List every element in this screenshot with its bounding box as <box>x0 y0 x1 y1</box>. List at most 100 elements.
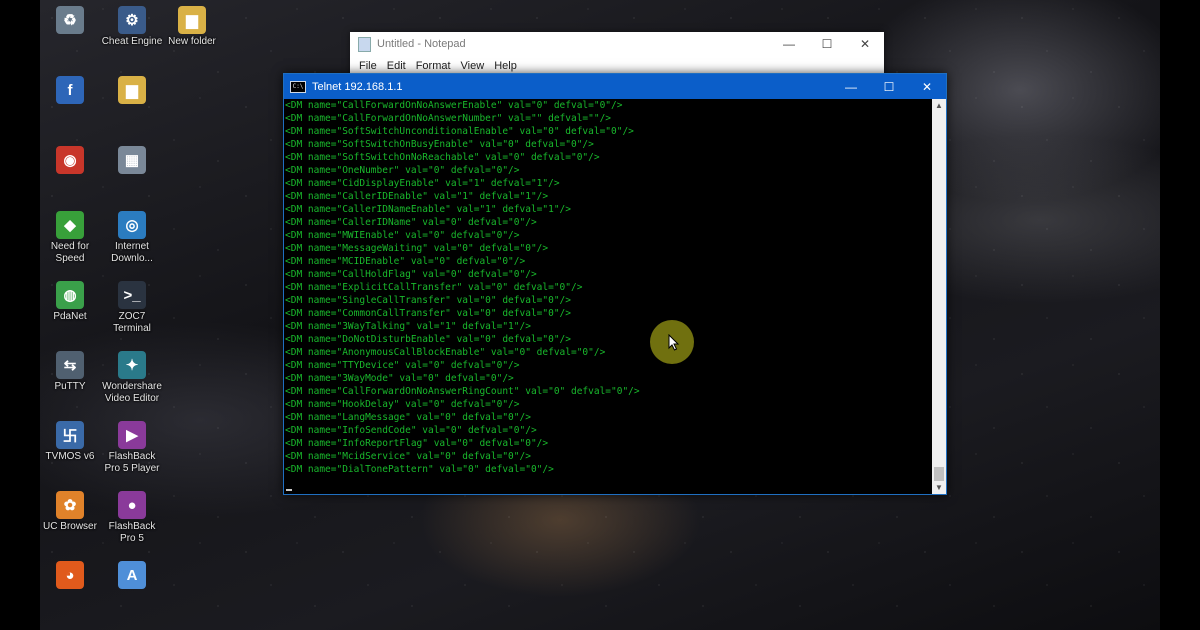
text-app-shortcut[interactable]: A <box>100 561 164 591</box>
cheat-engine-shortcut[interactable]: ⚙ Cheat Engine <box>100 6 164 48</box>
desktop-icon-label: UC Browser <box>43 521 97 532</box>
terminal-line: <DM name="CallerIDNameEnable" val="1" de… <box>285 204 571 215</box>
desktop-icon-label: Need for Speed <box>50 241 90 264</box>
notepad-title: Untitled - Notepad <box>377 38 466 50</box>
console-icon: C:\ <box>290 80 306 93</box>
tvmos-shortcut[interactable]: 卐 TVMOS v6 <box>40 421 102 463</box>
terminal-line: <DM name="DoNotDisturbEnable" val="0" de… <box>285 334 571 345</box>
terminal-line: <DM name="TTYDevice" val="0" defval="0"/… <box>285 360 520 371</box>
terminal-line: <DM name="OneNumber" val="0" defval="0"/… <box>285 165 520 176</box>
flashback-recorder-shortcut[interactable]: ● FlashBack Pro 5 <box>100 491 164 545</box>
terminal-line: <DM name="CallerIDName" val="0" defval="… <box>285 217 537 228</box>
desktop-icon-label: Cheat Engine <box>101 36 163 47</box>
flashback-player-shortcut[interactable]: ▶ FlashBack Pro 5 Player <box>100 421 164 475</box>
pdanet-shortcut[interactable]: ◍ PdaNet <box>40 281 102 323</box>
scroll-down-icon[interactable]: ▼ <box>932 481 946 494</box>
terminal-line: <DM name="CommonCallTransfer" val="0" de… <box>285 308 571 319</box>
cheat-engine-icon: ⚙ <box>118 6 146 34</box>
menu-help[interactable]: Help <box>489 60 522 72</box>
scrollbar-thumb[interactable] <box>934 467 944 481</box>
terminal-line: <DM name="InfoSendCode" val="0" defval="… <box>285 425 537 436</box>
uc-browser-icon: ✿ <box>56 491 84 519</box>
internet-download-manager-shortcut[interactable]: ◎ Internet Downlo... <box>100 211 164 265</box>
desktop-icon-label: PuTTY <box>54 381 86 392</box>
telnet-close-button[interactable]: ✕ <box>908 74 946 99</box>
terminal-line: <DM name="MWIEnable" val="0" defval="0"/… <box>285 230 520 241</box>
folder-shortcut[interactable]: ▆ <box>100 76 164 106</box>
telnet-window-controls: — ☐ ✕ <box>832 74 946 99</box>
need-for-speed-icon: ◆ <box>56 211 84 239</box>
menu-view[interactable]: View <box>456 60 490 72</box>
terminal-line: <DM name="CallForwardOnNoAnswerEnable" v… <box>285 100 623 111</box>
flashback-recorder-icon: ● <box>118 491 146 519</box>
terminal-line: <DM name="CallerIDEnable" val="1" defval… <box>285 191 549 202</box>
mouse-pointer-icon <box>668 334 680 351</box>
terminal-line: <DM name="SingleCallTransfer" val="0" de… <box>285 295 571 306</box>
scroll-up-icon[interactable]: ▲ <box>932 99 946 112</box>
terminal-line: <DM name="SoftSwitchOnNoReachable" val="… <box>285 152 600 163</box>
telnet-window[interactable]: C:\ Telnet 192.168.1.1 — ☐ ✕ <DM name="C… <box>283 73 947 495</box>
terminal-line: <DM name="HookDelay" val="0" defval="0"/… <box>285 399 520 410</box>
uc-browser-shortcut[interactable]: ✿ UC Browser <box>40 491 102 533</box>
desktop-icon-label: ZOC7 Terminal <box>113 311 151 334</box>
putty-icon: ⇆ <box>56 351 84 379</box>
terminal-line: <DM name="CallHoldFlag" val="0" defval="… <box>285 269 537 280</box>
notepad-maximize-button[interactable]: ☐ <box>808 32 846 56</box>
terminal-line: <DM name="SoftSwitchOnBusyEnable" val="0… <box>285 139 594 150</box>
firefox-shortcut[interactable]: ◕ <box>40 561 102 591</box>
terminal-line: <DM name="CidDisplayEnable" val="1" defv… <box>285 178 560 189</box>
telnet-titlebar[interactable]: C:\ Telnet 192.168.1.1 — ☐ ✕ <box>284 74 946 99</box>
terminal-line: <DM name="InfoReportFlag" val="0" defval… <box>285 438 549 449</box>
terminal-line: <DM name="CallForwardOnNoAnswerNumber" v… <box>285 113 612 124</box>
terminal-line: <DM name="LangMessage" val="0" defval="0… <box>285 412 531 423</box>
desktop-icon-label: FlashBack Pro 5 <box>108 521 156 544</box>
flashback-player-icon: ▶ <box>118 421 146 449</box>
terminal-line: <DM name="AnonymousCallBlockEnable" val=… <box>285 347 606 358</box>
terminal-line: <DM name="MCIDEnable" val="0" defval="0"… <box>285 256 526 267</box>
terminal-line: <DM name="ExplicitCallTransfer" val="0" … <box>285 282 583 293</box>
telnet-minimize-button[interactable]: — <box>832 74 870 99</box>
telnet-maximize-button[interactable]: ☐ <box>870 74 908 99</box>
desktop-icon-label: TVMOS v6 <box>45 451 95 462</box>
desktop-icon-label: Wondershare Video Editor <box>102 381 162 404</box>
internet-download-manager-icon: ◎ <box>118 211 146 239</box>
notepad-minimize-button[interactable]: — <box>770 32 808 56</box>
network-shortcut[interactable]: ▦ <box>100 146 164 176</box>
menu-format[interactable]: Format <box>411 60 456 72</box>
new-folder-shortcut[interactable]: ▆ New folder <box>160 6 224 48</box>
facebook-shortcut[interactable]: f <box>40 76 102 106</box>
desktop-icon-label: PdaNet <box>53 311 87 322</box>
terminal-line: <DM name="DialTonePattern" val="0" defva… <box>285 464 554 475</box>
terminal-scrollbar[interactable]: ▲ ▼ <box>932 99 946 494</box>
terminal-cursor <box>286 489 292 491</box>
network-icon: ▦ <box>118 146 146 174</box>
notepad-close-button[interactable]: ✕ <box>846 32 884 56</box>
desktop-icon-label: Internet Downlo... <box>111 241 153 264</box>
zoc-terminal-shortcut[interactable]: >_ ZOC7 Terminal <box>100 281 164 335</box>
putty-shortcut[interactable]: ⇆ PuTTY <box>40 351 102 393</box>
terminal-line: <DM name="CallForwardOnNoAnswerRingCount… <box>285 386 640 397</box>
tvmos-icon: 卐 <box>56 421 84 449</box>
new-folder-icon: ▆ <box>178 6 206 34</box>
recycle-bin-shortcut[interactable]: ♻ <box>40 6 102 36</box>
terminal-line: <DM name="SoftSwitchUnconditionalEnable"… <box>285 126 634 137</box>
terminal-line: <DM name="McidService" val="0" defval="0… <box>285 451 531 462</box>
left-letterbox <box>0 0 40 630</box>
desktop-icon-label: New folder <box>168 36 216 47</box>
desktop-icon-label: FlashBack Pro 5 Player <box>104 451 160 474</box>
terminal-line: <DM name="3WayTalking" val="1" defval="1… <box>285 321 531 332</box>
wondershare-icon: ✦ <box>118 351 146 379</box>
app-icon-red-shortcut[interactable]: ◉ <box>40 146 102 176</box>
notepad-window-controls: — ☐ ✕ <box>770 32 884 56</box>
pdanet-icon: ◍ <box>56 281 84 309</box>
notepad-window[interactable]: Untitled - Notepad — ☐ ✕ File Edit Forma… <box>350 32 884 77</box>
app-icon-red: ◉ <box>56 146 84 174</box>
terminal-output[interactable]: <DM name="CallForwardOnNoAnswerEnable" v… <box>284 99 932 494</box>
desktop: ♻ ⚙ Cheat Engine ▆ New folder f ▆ ◉ ▦ ◆ Need for S… <box>40 0 1160 630</box>
notepad-icon <box>358 36 371 52</box>
menu-edit[interactable]: Edit <box>382 60 411 72</box>
menu-file[interactable]: File <box>354 60 382 72</box>
wondershare-shortcut[interactable]: ✦ Wondershare Video Editor <box>100 351 164 405</box>
need-for-speed-shortcut[interactable]: ◆ Need for Speed <box>40 211 102 265</box>
terminal-lines: <DM name="CallForwardOnNoAnswerEnable" v… <box>284 99 932 476</box>
